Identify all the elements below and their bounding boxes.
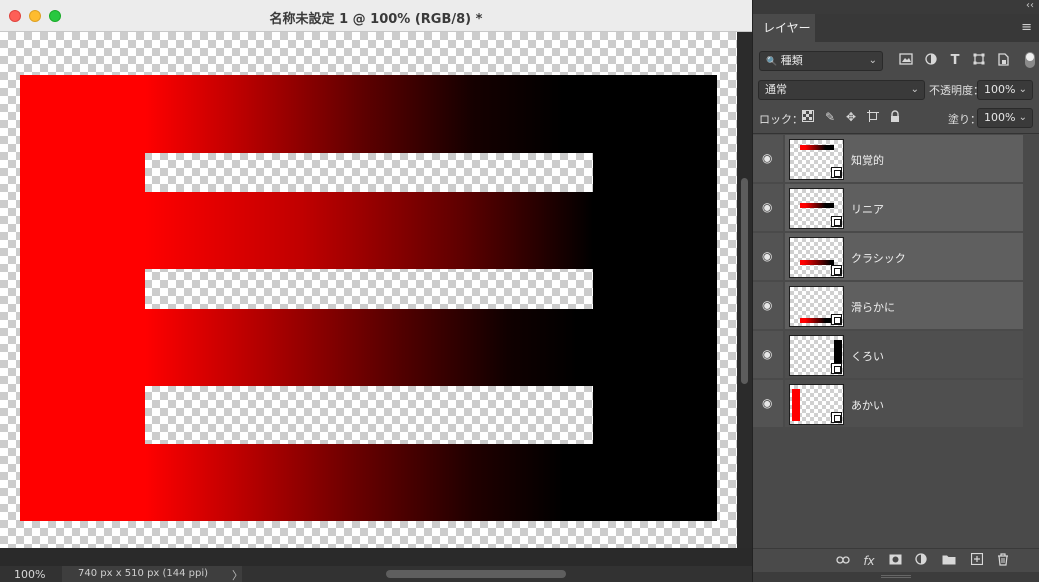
doc-info-arrow-icon[interactable]: 〉 [232, 567, 243, 582]
resize-grip-icon[interactable] [881, 575, 911, 578]
canvas[interactable] [0, 32, 737, 548]
document-title: 名称未設定 1 @ 100% (RGB/8) * [269, 12, 483, 27]
layer-name: リニア [851, 203, 884, 216]
delete-layer-trash-icon[interactable] [995, 553, 1011, 569]
smart-object-filter-icon[interactable] [995, 53, 1011, 69]
panel-bottom-bar [753, 572, 1039, 582]
lock-label: ロック： [759, 113, 803, 126]
link-layers-icon[interactable] [835, 553, 851, 569]
eye-icon: ◉ [762, 151, 773, 165]
panel-menu-icon[interactable]: ≡ [1021, 20, 1032, 35]
layer-row[interactable]: くろい [785, 331, 1023, 379]
shape-layer-badge-icon [831, 216, 842, 227]
title-bar[interactable]: 名称未設定 1 @ 100% (RGB/8) * [0, 0, 752, 32]
adjustment-layer-icon[interactable] [913, 553, 929, 569]
opacity-value: 100% [984, 83, 1016, 96]
layer-visibility-toggle[interactable]: ◉ [753, 331, 783, 379]
lock-all-icon[interactable] [888, 110, 902, 124]
eye-icon: ◉ [762, 298, 773, 312]
collapse-panel-icon[interactable]: ‹‹ [1026, 0, 1034, 11]
layer-row[interactable]: クラシック [785, 233, 1023, 281]
layer-style-fx-icon[interactable]: fx [861, 553, 877, 569]
layer-art-classic-gradient [145, 192, 593, 269]
lock-artboard-icon[interactable] [866, 110, 880, 124]
layer-name: 知覚的 [851, 154, 884, 167]
layer-art-perceptual-gradient [20, 444, 717, 521]
eye-icon: ◉ [762, 396, 773, 410]
shape-layer-badge-icon [831, 167, 842, 178]
chevron-down-icon: ⌄ [1018, 112, 1027, 123]
tab-layers[interactable]: レイヤー [753, 14, 815, 42]
shape-layer-badge-icon [831, 314, 842, 325]
app-root: 名称未設定 1 @ 100% (RGB/8) * 100% 740 px x 5… [0, 0, 1039, 582]
panel-top-bar: ‹‹ [753, 0, 1039, 14]
blend-mode-value: 通常 [765, 83, 787, 96]
layer-row[interactable]: あかい [785, 380, 1023, 428]
layer-thumbnail [789, 335, 844, 376]
eye-icon: ◉ [762, 249, 773, 263]
shape-layer-badge-icon [831, 363, 842, 374]
shape-layer-badge-icon [831, 412, 842, 423]
layers-panel: ‹‹ レイヤー ≡ 🔍 種類 ⌄ T 通常 ⌄ 不透明度： 100% ⌄ ロック… [752, 0, 1039, 582]
layer-row[interactable]: 知覚的 [785, 135, 1023, 183]
new-group-folder-icon[interactable] [941, 553, 957, 569]
lock-image-pixels-icon[interactable]: ✎ [823, 110, 837, 124]
layer-thumbnail [789, 237, 844, 278]
horizontal-scroll-thumb[interactable] [386, 570, 566, 578]
layer-thumbnail [789, 384, 844, 425]
layer-name: あかい [851, 399, 884, 412]
layer-art-linear-gradient [20, 309, 717, 386]
search-icon: 🔍 [766, 57, 778, 67]
add-mask-icon[interactable] [887, 553, 903, 569]
layer-row[interactable]: リニア [785, 184, 1023, 232]
fill-value: 100% [984, 111, 1016, 124]
panel-tab-row: レイヤー ≡ [753, 14, 1039, 42]
lock-transparent-pixels-icon[interactable] [801, 110, 815, 124]
eye-icon: ◉ [762, 347, 773, 361]
new-layer-icon[interactable] [969, 552, 985, 569]
image-filter-icon[interactable] [898, 53, 914, 69]
chevron-down-icon: ⌄ [910, 84, 919, 95]
zoom-level[interactable]: 100% [14, 568, 45, 581]
layer-thumbnail [789, 188, 844, 229]
shape-layer-badge-icon [831, 265, 842, 276]
chevron-down-icon: ⌄ [868, 55, 877, 66]
blend-mode-dropdown[interactable]: 通常 ⌄ [758, 80, 925, 100]
layer-filter-dropdown[interactable]: 🔍 種類 ⌄ [759, 51, 883, 71]
opacity-field[interactable]: 100% ⌄ [977, 80, 1033, 100]
vertical-scroll-thumb[interactable] [741, 178, 748, 384]
layer-visibility-toggle[interactable]: ◉ [753, 184, 783, 232]
layer-visibility-toggle[interactable]: ◉ [753, 135, 783, 183]
fill-field[interactable]: 100% ⌄ [977, 108, 1033, 128]
layer-name: クラシック [851, 252, 906, 265]
status-bar: 100% 740 px x 510 px (144 ppi) 〉 [0, 566, 752, 582]
document-window: 名称未設定 1 @ 100% (RGB/8) * 100% 740 px x 5… [0, 0, 752, 582]
layer-thumbnail [789, 139, 844, 180]
type-filter-icon[interactable]: T [947, 53, 963, 69]
horizontal-scroll-track[interactable] [0, 548, 752, 566]
vertical-scrollbar[interactable] [737, 32, 752, 548]
layer-name: 滑らかに [851, 301, 895, 314]
adjustment-filter-icon[interactable] [923, 53, 939, 69]
layer-list-divider [753, 133, 1039, 134]
filter-toggle[interactable] [1025, 52, 1035, 68]
layer-row[interactable]: 滑らかに [785, 282, 1023, 330]
document-info[interactable]: 740 px x 510 px (144 ppi) [62, 566, 242, 582]
layer-art-smooth-gradient [20, 75, 717, 153]
layer-visibility-toggle[interactable]: ◉ [753, 282, 783, 330]
layer-visibility-toggle[interactable]: ◉ [753, 380, 783, 428]
eye-icon: ◉ [762, 200, 773, 214]
shape-filter-icon[interactable] [971, 53, 987, 69]
layer-name: くろい [851, 350, 884, 363]
filter-value: 種類 [780, 54, 803, 67]
layer-thumbnail [789, 286, 844, 327]
opacity-label: 不透明度： [929, 84, 984, 97]
layers-panel-footer: fx [753, 548, 1039, 572]
layer-visibility-toggle[interactable]: ◉ [753, 233, 783, 281]
lock-position-icon[interactable]: ✥ [844, 110, 858, 124]
chevron-down-icon: ⌄ [1018, 84, 1027, 95]
